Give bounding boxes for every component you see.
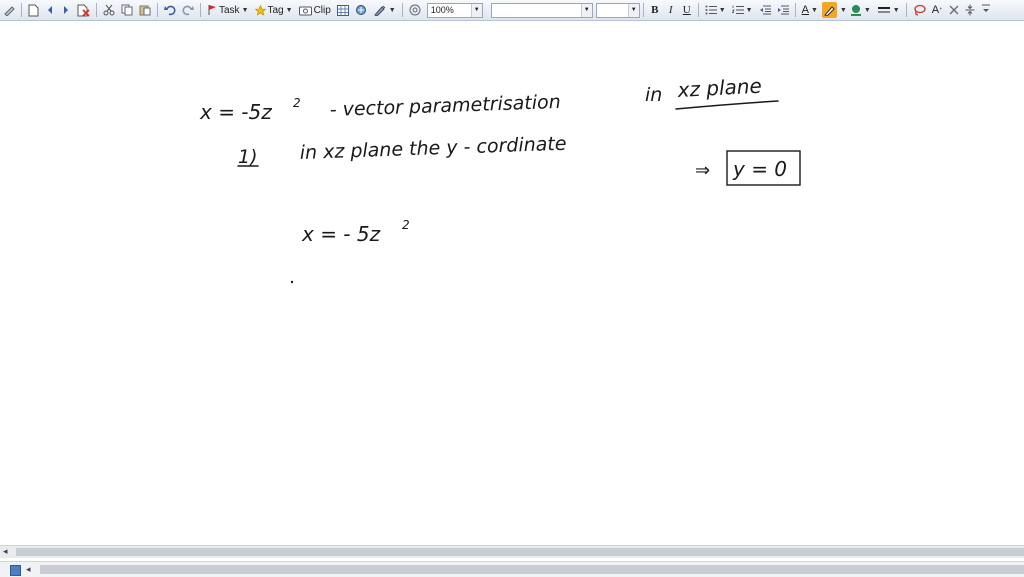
resize-marker-icon: ⁺ — [939, 7, 943, 14]
table-icon[interactable] — [335, 2, 351, 18]
forward-icon[interactable] — [59, 2, 73, 18]
chevron-down-icon: ▼ — [863, 6, 871, 14]
insert-space-icon[interactable] — [963, 2, 977, 18]
scroll-left-icon[interactable]: ◂ — [3, 546, 8, 557]
clip-button[interactable]: Clip — [297, 2, 333, 18]
toolbar: Task ▼ Tag ▼ Clip ▼ 100% ▼ ▼ ▼ B I U ▼ ▼… — [0, 0, 1024, 21]
numbered-list-icon — [731, 5, 744, 14]
equation-line-1-exponent: 2 — [293, 96, 301, 110]
new-page-icon[interactable] — [26, 2, 41, 18]
zoom-icon[interactable] — [407, 2, 423, 18]
chevron-down-icon: ▼ — [892, 6, 900, 14]
paste-icon[interactable] — [137, 2, 153, 18]
grow-font-label: A — [931, 4, 940, 16]
tag-button[interactable]: Tag ▼ — [253, 2, 295, 18]
equation-line-3: x = - 5z — [301, 222, 381, 246]
toolbar-separator — [905, 3, 907, 17]
boxed-answer: y = 0 — [732, 157, 787, 181]
delete-page-icon[interactable] — [75, 2, 92, 18]
toolbar-separator — [642, 3, 644, 17]
zoom-value: 100% — [430, 5, 454, 15]
task-label: Task — [219, 4, 240, 16]
toolbar-separator — [157, 3, 158, 17]
underline-button[interactable]: U — [680, 2, 694, 18]
redo-icon[interactable] — [180, 2, 196, 18]
chevron-down-icon: ▼ — [241, 6, 249, 14]
toolbar-separator — [401, 3, 403, 17]
chevron-down-icon: ▼ — [580, 3, 592, 17]
task-button[interactable]: Task ▼ — [205, 2, 251, 18]
chevron-down-icon: ▼ — [718, 6, 726, 14]
line-style-icon — [877, 7, 890, 13]
undo-icon[interactable] — [162, 2, 178, 18]
vector-parametrisation-text: - vector parametrisation — [329, 91, 561, 121]
chevron-down-icon: ▼ — [285, 6, 293, 14]
back-icon[interactable] — [43, 2, 57, 18]
pen-color-icon — [850, 5, 861, 16]
y-coordinate-text: in xz plane the y - cordinate — [299, 133, 566, 164]
bullets-button[interactable]: ▼ — [703, 2, 728, 18]
xz-plane-text: xz plane — [676, 74, 762, 102]
flag-icon — [208, 5, 216, 15]
note-page[interactable]: x = -5z 2 - vector parametrisation in xz… — [0, 21, 1024, 545]
ink-dot — [290, 280, 294, 284]
font-name-select[interactable]: ▼ — [490, 2, 593, 18]
cut-icon[interactable] — [101, 2, 117, 18]
handwriting-canvas: x = -5z 2 - vector parametrisation in xz… — [199, 74, 801, 284]
close-icon[interactable] — [947, 2, 961, 18]
pen-tool-icon[interactable] — [1, 2, 17, 18]
copy-icon[interactable] — [119, 2, 135, 18]
toolbar-separator — [21, 3, 22, 17]
tag-label: Tag — [267, 4, 284, 16]
bullet-list-icon — [705, 5, 717, 15]
increase-indent-icon[interactable] — [775, 2, 791, 18]
chevron-down-icon: ▼ — [627, 3, 639, 17]
font-size-select[interactable]: ▼ — [595, 2, 640, 18]
chevron-down-icon: ▼ — [470, 3, 482, 17]
highlighter-icon — [824, 5, 835, 16]
toolbar-separator — [794, 3, 796, 17]
equation-line-3-exponent: 2 — [402, 218, 410, 232]
star-icon — [254, 4, 266, 16]
equation-line-1: x = -5z — [199, 100, 272, 124]
insert-object-icon[interactable] — [353, 2, 370, 18]
bold-button[interactable]: B — [648, 2, 662, 18]
pen-color-button[interactable]: ▼ — [848, 2, 873, 18]
scroll-left-icon[interactable]: ◂ — [26, 564, 31, 575]
line-style-button[interactable]: ▼ — [875, 2, 902, 18]
chevron-down-icon: ▼ — [745, 6, 753, 14]
italic-button[interactable]: I — [664, 2, 678, 18]
toolbar-separator — [200, 3, 201, 17]
page-scrollbar[interactable]: ◂ — [0, 561, 1024, 577]
chevron-down-icon: ▼ — [810, 6, 818, 14]
page-tab-icon[interactable] — [10, 565, 21, 576]
more-options-icon[interactable] — [979, 2, 993, 18]
zoom-select[interactable]: 100% ▼ — [426, 2, 483, 18]
chevron-down-icon: ▼ — [839, 6, 847, 14]
scrollbar-thumb[interactable] — [40, 565, 1024, 574]
decrease-indent-icon[interactable] — [757, 2, 773, 18]
lasso-icon[interactable] — [911, 2, 928, 18]
font-color-button[interactable]: A ▼ — [800, 2, 820, 18]
clip-icon — [298, 6, 312, 15]
pen-options-icon[interactable]: ▼ — [372, 2, 398, 18]
underline-stroke — [675, 100, 779, 110]
numbering-button[interactable]: ▼ — [730, 2, 755, 18]
item-number: 1) — [238, 146, 258, 168]
highlighter-button[interactable] — [821, 2, 837, 18]
implies-symbol: ⇒ — [695, 160, 710, 181]
scrollbar-thumb[interactable] — [16, 548, 1024, 556]
toolbar-separator — [96, 3, 97, 17]
in-text: in — [645, 84, 662, 106]
text-resize-button[interactable]: A ⁺ — [930, 2, 945, 18]
horizontal-scrollbar[interactable]: ◂ — [0, 545, 1024, 558]
toolbar-separator — [697, 3, 699, 17]
chevron-down-icon: ▼ — [388, 6, 396, 14]
font-color-label: A — [801, 4, 809, 16]
clip-label: Clip — [313, 4, 331, 16]
